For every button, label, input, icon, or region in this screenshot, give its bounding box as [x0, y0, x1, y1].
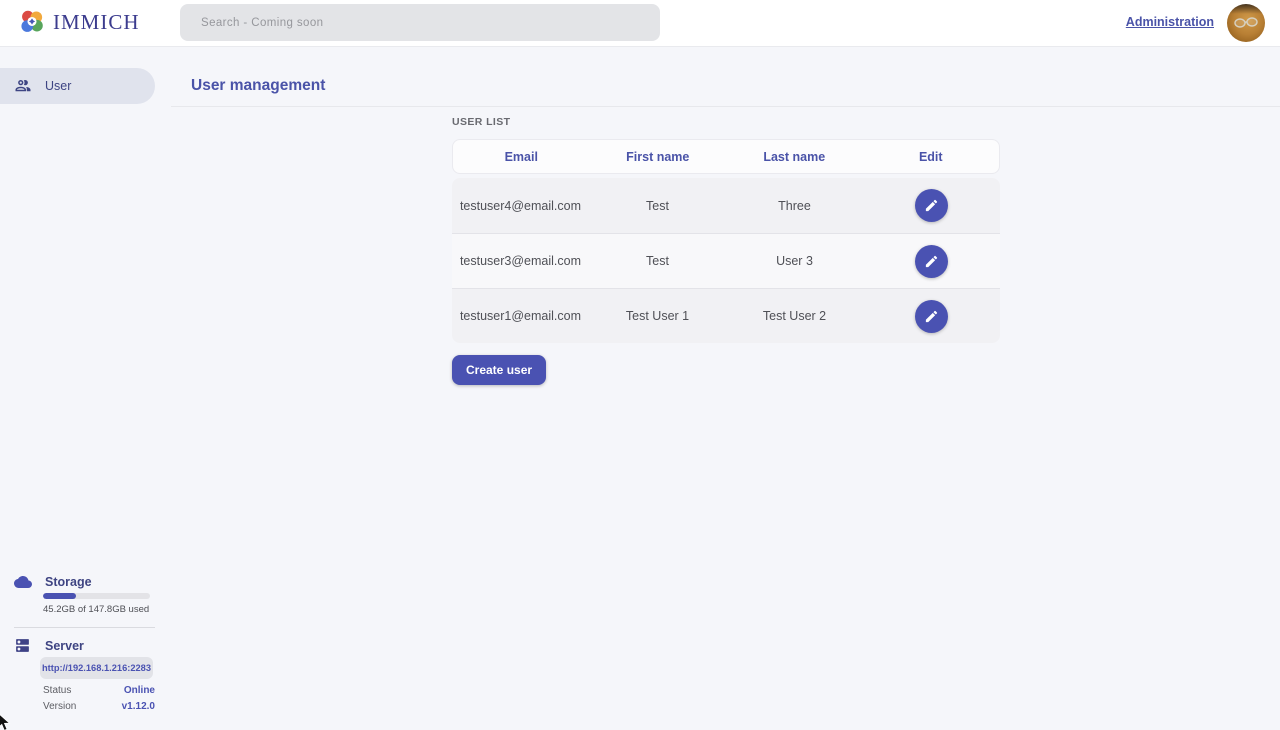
edit-user-button[interactable]: [915, 300, 948, 333]
column-header-edit: Edit: [863, 150, 1000, 164]
user-avatar[interactable]: [1227, 4, 1265, 42]
cell-email: testuser1@email.com: [452, 309, 589, 323]
cell-email: testuser4@email.com: [452, 199, 589, 213]
column-header-last-name: Last name: [726, 150, 863, 164]
section-title: USER LIST: [452, 116, 1000, 128]
logo-wordmark: IMMICH: [53, 10, 140, 35]
cell-first-name: Test: [589, 254, 726, 268]
cell-email: testuser3@email.com: [452, 254, 589, 268]
status-value: Online: [124, 685, 155, 696]
table-header-row: Email First name Last name Edit: [452, 139, 1000, 174]
user-list-section: USER LIST Email First name Last name Edi…: [452, 116, 1000, 385]
user-table-body: testuser4@email.com Test Three testuser3…: [452, 178, 1000, 343]
glasses-icon: [1233, 17, 1259, 29]
storage-progress-fill: [43, 593, 76, 599]
server-status-row: Status Online: [43, 685, 155, 696]
immich-logo[interactable]: IMMICH: [18, 8, 140, 36]
cell-first-name: Test: [589, 199, 726, 213]
storage-progress-bar: [43, 593, 150, 599]
search-input[interactable]: [180, 4, 660, 41]
server-url-badge: http://192.168.1.216:2283: [40, 657, 153, 679]
storage-title: Storage: [45, 575, 92, 589]
pencil-icon: [924, 309, 939, 324]
cell-last-name: Three: [726, 199, 863, 213]
immich-flower-icon: [18, 8, 46, 36]
column-header-first-name: First name: [590, 150, 727, 164]
storage-usage-text: 45.2GB of 147.8GB used: [43, 604, 149, 615]
version-value: v1.12.0: [122, 701, 155, 712]
title-divider: [171, 106, 1280, 107]
edit-user-button[interactable]: [915, 189, 948, 222]
page-title: User management: [191, 77, 325, 95]
server-version-row: Version v1.12.0: [43, 701, 155, 712]
cell-first-name: Test User 1: [589, 309, 726, 323]
sidebar-divider: [14, 627, 155, 628]
pencil-icon: [924, 198, 939, 213]
people-icon: [14, 77, 32, 95]
table-row: testuser3@email.com Test User 3: [452, 233, 1000, 288]
top-navbar: IMMICH Administration: [0, 0, 1280, 47]
version-label: Version: [43, 701, 76, 712]
table-row: testuser1@email.com Test User 1 Test Use…: [452, 288, 1000, 343]
sidebar-item-label: User: [45, 79, 71, 93]
cell-last-name: Test User 2: [726, 309, 863, 323]
sidebar-item-users[interactable]: User: [0, 68, 155, 104]
table-row: testuser4@email.com Test Three: [452, 178, 1000, 233]
server-title: Server: [45, 639, 84, 653]
sidebar: User Storage 45.2GB of 147.8GB used Serv…: [0, 47, 171, 730]
status-label: Status: [43, 685, 71, 696]
administration-link[interactable]: Administration: [1126, 15, 1214, 29]
storage-section-header: Storage: [14, 573, 92, 591]
server-section-header: Server: [14, 637, 84, 654]
pencil-icon: [924, 254, 939, 269]
cell-last-name: User 3: [726, 254, 863, 268]
cloud-icon: [14, 573, 32, 591]
create-user-button[interactable]: Create user: [452, 355, 546, 385]
dns-icon: [14, 637, 31, 654]
edit-user-button[interactable]: [915, 245, 948, 278]
column-header-email: Email: [453, 150, 590, 164]
